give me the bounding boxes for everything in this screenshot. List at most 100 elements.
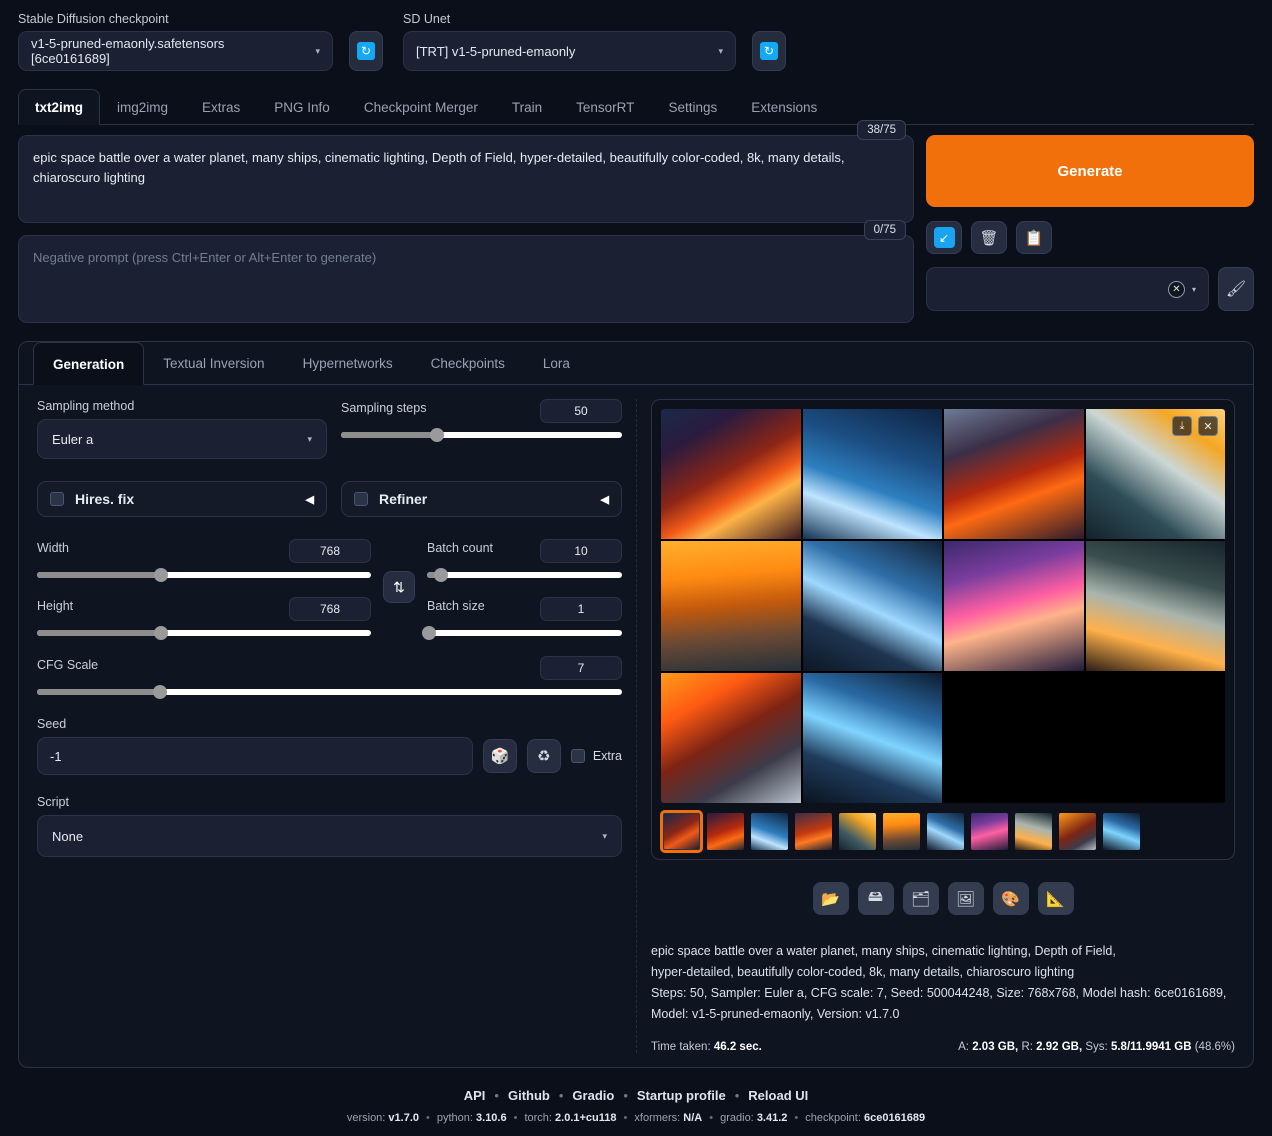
close-gallery-button[interactable]: ✕ <box>1198 416 1218 436</box>
hires-fix-accordion[interactable]: Hires. fix ◀ <box>37 481 327 517</box>
generate-button[interactable]: Generate <box>926 135 1254 207</box>
thumbnail-1[interactable] <box>663 813 700 850</box>
negative-prompt-input[interactable]: Negative prompt (press Ctrl+Enter or Alt… <box>18 235 914 323</box>
script-select[interactable]: None ▾ <box>37 815 622 857</box>
width-slider[interactable] <box>37 572 371 578</box>
seed-input[interactable]: -1 <box>37 737 473 775</box>
tab-settings[interactable]: Settings <box>651 89 734 124</box>
gallery-image-12[interactable] <box>1086 673 1226 803</box>
refiner-label: Refiner <box>379 491 427 507</box>
swap-dimensions-button[interactable]: ⇅ <box>383 571 415 603</box>
gallery-image-5[interactable] <box>661 541 801 671</box>
version-value: v1.7.0 <box>388 1112 419 1124</box>
random-seed-button[interactable]: 🎲 <box>483 739 517 773</box>
batch-count-slider[interactable] <box>427 572 622 578</box>
thumbnail-2[interactable] <box>707 813 744 850</box>
batch-size-value[interactable]: 1 <box>540 597 622 621</box>
gallery-image-10[interactable] <box>803 673 943 803</box>
download-image-button[interactable]: ⤓ <box>1172 416 1192 436</box>
seed-label: Seed <box>37 717 622 731</box>
mem-sys-value: 5.8/11.9941 GB <box>1111 1041 1192 1053</box>
checkpoint-select[interactable]: v1-5-pruned-emaonly.safetensors [6ce0161… <box>18 31 333 71</box>
extra-seed-checkbox[interactable] <box>571 749 585 763</box>
version-key: python: <box>437 1112 476 1124</box>
gallery-image-6[interactable] <box>803 541 943 671</box>
gallery-image-1[interactable] <box>661 409 801 539</box>
thumbnail-10[interactable] <box>1059 813 1096 850</box>
footer-link-startup-profile[interactable]: Startup profile <box>637 1088 726 1103</box>
tab-extensions[interactable]: Extensions <box>734 89 834 124</box>
footer-link-api[interactable]: API <box>464 1088 486 1103</box>
refresh-checkpoint-button[interactable]: ↻ <box>349 31 383 71</box>
tab-checkpoint-merger[interactable]: Checkpoint Merger <box>347 89 495 124</box>
batch-size-slider[interactable] <box>427 630 622 636</box>
height-slider[interactable] <box>37 630 371 636</box>
width-value[interactable]: 768 <box>289 539 371 563</box>
gallery-image-2[interactable] <box>803 409 943 539</box>
reuse-seed-button[interactable]: ♻ <box>527 739 561 773</box>
cfg-scale-slider[interactable] <box>37 689 622 695</box>
unet-select[interactable]: [TRT] v1-5-pruned-emaonly ▾ <box>403 31 736 71</box>
tab-img2img[interactable]: img2img <box>100 89 185 124</box>
thumbnail-4[interactable] <box>795 813 832 850</box>
chevron-down-icon[interactable]: ▾ <box>1192 285 1196 294</box>
open-folder-icon[interactable]: 📂 <box>813 882 849 915</box>
thumbnail-5[interactable] <box>839 813 876 850</box>
send-to-inpaint-icon[interactable]: 🎨 <box>993 882 1029 915</box>
positive-prompt-input[interactable]: epic space battle over a water planet, m… <box>18 135 914 223</box>
thumbnail-6[interactable] <box>883 813 920 850</box>
refiner-accordion[interactable]: Refiner ◀ <box>341 481 622 517</box>
meta-line-2: hyper-detailed, beautifully color-coded,… <box>651 962 1235 983</box>
tab-tensorrt[interactable]: TensorRT <box>559 89 651 124</box>
send-to-img2img-icon[interactable]: 🖼 <box>948 882 984 915</box>
thumbnail-3[interactable] <box>751 813 788 850</box>
gallery-image-8[interactable] <box>1086 541 1226 671</box>
footer-separator: • <box>709 1112 713 1124</box>
subtab-hypernetworks[interactable]: Hypernetworks <box>284 342 412 384</box>
output-pane: ⤓ ✕ 📂🖴🗂🖼🎨📐 epic space battle over a wate… <box>637 399 1253 1053</box>
thumbnail-9[interactable] <box>1015 813 1052 850</box>
refresh-unet-button[interactable]: ↻ <box>752 31 786 71</box>
hires-fix-checkbox[interactable] <box>50 492 64 506</box>
checkpoint-label: Stable Diffusion checkpoint <box>18 12 333 26</box>
height-label: Height <box>37 599 73 613</box>
zip-icon[interactable]: 🗂 <box>903 882 939 915</box>
footer-link-github[interactable]: Github <box>508 1088 550 1103</box>
subtab-textual-inversion[interactable]: Textual Inversion <box>144 342 283 384</box>
cfg-scale-label: CFG Scale <box>37 658 98 672</box>
main-tab-bar: txt2imgimg2imgExtrasPNG InfoCheckpoint M… <box>18 89 1254 125</box>
footer-link-reload-ui[interactable]: Reload UI <box>748 1088 808 1103</box>
clear-styles-icon[interactable]: ✕ <box>1168 281 1185 298</box>
tab-train[interactable]: Train <box>495 89 559 124</box>
cfg-scale-value[interactable]: 7 <box>540 656 622 680</box>
sampling-steps-slider[interactable] <box>341 432 622 438</box>
apply-style-icon[interactable]: 📋 <box>1016 221 1052 254</box>
gallery-image-9[interactable] <box>661 673 801 803</box>
thumbnail-8[interactable] <box>971 813 1008 850</box>
tab-txt2img[interactable]: txt2img <box>18 89 100 125</box>
edit-styles-button[interactable]: 🖌 <box>1218 267 1254 311</box>
tab-extras[interactable]: Extras <box>185 89 257 124</box>
height-value[interactable]: 768 <box>289 597 371 621</box>
tab-png-info[interactable]: PNG Info <box>257 89 347 124</box>
restore-progress-icon[interactable]: ↙ <box>926 221 962 254</box>
clear-prompt-icon[interactable]: 🗑 <box>971 221 1007 254</box>
footer-link-gradio[interactable]: Gradio <box>572 1088 614 1103</box>
refresh-icon: ↻ <box>357 42 375 60</box>
refiner-checkbox[interactable] <box>354 492 368 506</box>
subtab-lora[interactable]: Lora <box>524 342 589 384</box>
gallery-image-11[interactable] <box>944 673 1084 803</box>
styles-select[interactable]: ✕ ▾ <box>926 267 1209 311</box>
send-to-extras-icon[interactable]: 📐 <box>1038 882 1074 915</box>
batch-count-value[interactable]: 10 <box>540 539 622 563</box>
sampling-steps-value[interactable]: 50 <box>540 399 622 423</box>
subtab-checkpoints[interactable]: Checkpoints <box>412 342 524 384</box>
sampling-method-select[interactable]: Euler a ▾ <box>37 419 327 459</box>
thumbnail-11[interactable] <box>1103 813 1140 850</box>
gallery-image-7[interactable] <box>944 541 1084 671</box>
gallery-image-3[interactable] <box>944 409 1084 539</box>
subtab-generation[interactable]: Generation <box>33 342 144 385</box>
thumbnail-7[interactable] <box>927 813 964 850</box>
save-icon[interactable]: 🖴 <box>858 882 894 915</box>
sampling-steps-label: Sampling steps <box>341 401 426 415</box>
